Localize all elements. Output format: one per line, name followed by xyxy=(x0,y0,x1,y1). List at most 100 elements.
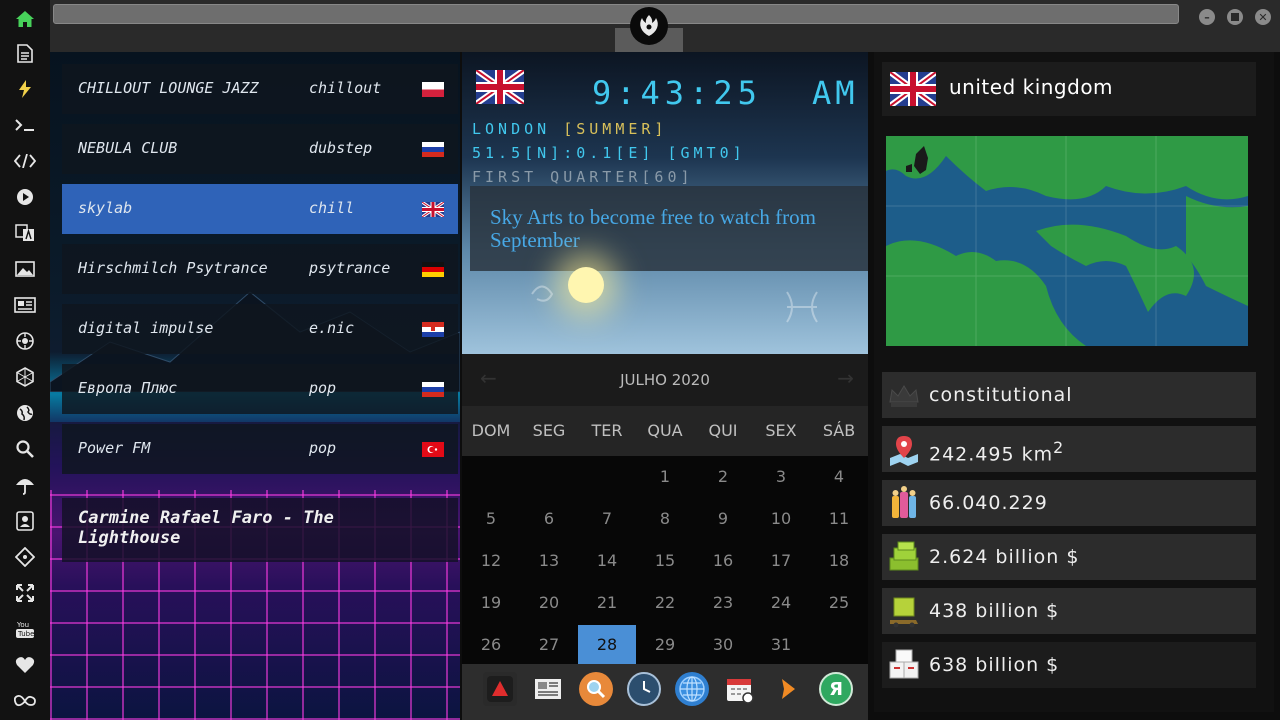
search-icon[interactable] xyxy=(12,436,38,462)
sidebar: You Tube xyxy=(0,0,50,720)
calendar-day[interactable]: 21 xyxy=(578,583,636,623)
station-genre: chill xyxy=(309,199,355,217)
clock-ampm: AM xyxy=(812,74,859,112)
git-icon[interactable] xyxy=(12,544,38,570)
uk-flag-icon xyxy=(890,72,936,106)
terminal-icon[interactable] xyxy=(12,112,38,138)
area-number: 242.495 km xyxy=(929,443,1054,466)
calendar-day[interactable]: 24 xyxy=(752,583,810,623)
area-value: 242.495 km2 xyxy=(929,438,1064,465)
calendar-day[interactable]: 18 xyxy=(810,541,868,581)
calendar-day[interactable]: 8 xyxy=(636,499,694,539)
station-item[interactable]: CHILLOUT LOUNGE JAZZ chillout xyxy=(62,64,458,114)
umbrella-icon[interactable] xyxy=(12,472,38,498)
calendar-day[interactable]: 25 xyxy=(810,583,868,623)
news-icon[interactable] xyxy=(12,292,38,318)
calendar-day[interactable]: 12 xyxy=(462,541,520,581)
play-icon[interactable] xyxy=(771,672,805,706)
calendar-day[interactable]: 3 xyxy=(752,457,810,497)
calendar-month-title: JULHO 2020 xyxy=(620,371,710,389)
newspaper-icon[interactable] xyxy=(531,672,565,706)
calendar-day[interactable]: 9 xyxy=(694,499,752,539)
expand-icon[interactable] xyxy=(12,580,38,606)
calendar-day[interactable]: 7 xyxy=(578,499,636,539)
hexagon-icon[interactable] xyxy=(12,364,38,390)
imports-row: 638 billion $ xyxy=(882,642,1256,688)
minimize-button[interactable]: – xyxy=(1199,9,1215,25)
title-bar: – ✕ xyxy=(50,0,1280,52)
calendar-day[interactable]: 1 xyxy=(636,457,694,497)
lightning-icon[interactable] xyxy=(12,76,38,102)
station-name: Power FM xyxy=(78,439,151,457)
play-icon[interactable] xyxy=(12,184,38,210)
calendar-day[interactable]: 6 xyxy=(520,499,578,539)
rebel-alliance-icon[interactable] xyxy=(630,7,668,45)
uk-flag-icon xyxy=(476,70,524,104)
population-row: 66.040.229 xyxy=(882,480,1256,526)
globe-icon[interactable] xyxy=(675,672,709,706)
next-month-arrow-icon[interactable]: → xyxy=(837,366,854,390)
news-headline[interactable]: Sky Arts to become free to watch from Se… xyxy=(470,186,868,271)
youtube-icon[interactable]: You Tube xyxy=(12,616,38,642)
money-stack-icon xyxy=(889,541,919,571)
station-genre: e.nic xyxy=(309,319,355,337)
exports-row: 438 billion $ xyxy=(882,588,1256,634)
globe-icon[interactable] xyxy=(12,400,38,426)
calendar-day[interactable]: 31 xyxy=(752,625,810,665)
calendar-day[interactable]: 4 xyxy=(810,457,868,497)
image-icon[interactable] xyxy=(12,256,38,282)
contact-icon[interactable] xyxy=(12,508,38,534)
station-item[interactable]: digital impulse e.nic xyxy=(62,304,458,354)
sun-icon xyxy=(568,267,604,303)
calendar-day[interactable]: 5 xyxy=(462,499,520,539)
station-item[interactable]: Power FM pop xyxy=(62,424,458,474)
calendar-day[interactable]: 23 xyxy=(694,583,752,623)
infinity-icon[interactable] xyxy=(12,688,38,714)
turkey-flag-icon xyxy=(422,442,444,457)
clock-widget: 9:43:25 AM LONDON [SUMMER] 51.5[N]:0.1[E… xyxy=(462,52,868,354)
calendar-day[interactable]: 27 xyxy=(520,625,578,665)
station-name: Европа Плюс xyxy=(78,379,178,397)
code-icon[interactable] xyxy=(12,148,38,174)
calendar-day[interactable]: 13 xyxy=(520,541,578,581)
calendar-day[interactable]: 10 xyxy=(752,499,810,539)
station-item[interactable]: Hirschmilch Psytrance psytrance xyxy=(62,244,458,294)
area-unit-superscript: 2 xyxy=(1053,438,1065,457)
clock-location-line: LONDON [SUMMER] xyxy=(472,120,667,138)
rebel-icon[interactable] xyxy=(12,328,38,354)
calendar-day[interactable]: 29 xyxy=(636,625,694,665)
calendar-day[interactable]: 16 xyxy=(694,541,752,581)
heart-icon[interactable] xyxy=(12,652,38,678)
calendar-day[interactable]: 20 xyxy=(520,583,578,623)
address-bar[interactable] xyxy=(53,4,1179,24)
clock-icon[interactable] xyxy=(627,672,661,706)
translate-icon[interactable] xyxy=(12,220,38,246)
calendar-day[interactable]: 11 xyxy=(810,499,868,539)
weekday-label: TER xyxy=(591,421,623,440)
country-name: united kingdom xyxy=(949,75,1114,99)
calendar-day[interactable]: 17 xyxy=(752,541,810,581)
calendar-day[interactable]: 22 xyxy=(636,583,694,623)
station-item[interactable]: Европа Плюс pop xyxy=(62,364,458,414)
calendar-day[interactable]: 19 xyxy=(462,583,520,623)
world-map[interactable] xyxy=(886,136,1248,346)
station-item[interactable]: NEBULA CLUB dubstep xyxy=(62,124,458,174)
weekday-header: DOM SEG TER QUA QUI SEX SÁB xyxy=(462,406,868,456)
calendar-day[interactable]: 15 xyxy=(636,541,694,581)
close-button[interactable]: ✕ xyxy=(1255,9,1271,25)
maximize-button[interactable] xyxy=(1227,9,1243,25)
uk-flag-icon xyxy=(422,202,444,217)
station-item-active[interactable]: skylab chill xyxy=(62,184,458,234)
calendar-day[interactable]: 26 xyxy=(462,625,520,665)
calendar-day[interactable]: 30 xyxy=(694,625,752,665)
acrobat-icon[interactable] xyxy=(483,672,517,706)
yandex-icon[interactable]: Я xyxy=(819,672,853,706)
document-icon[interactable] xyxy=(12,40,38,66)
calendar-icon[interactable] xyxy=(723,672,757,706)
calendar-day[interactable]: 14 xyxy=(578,541,636,581)
station-genre: pop xyxy=(309,439,337,457)
calendar-day-today[interactable]: 28 xyxy=(578,625,636,665)
home-icon[interactable] xyxy=(12,6,38,32)
calendar-day[interactable]: 2 xyxy=(694,457,752,497)
search-icon[interactable] xyxy=(579,672,613,706)
